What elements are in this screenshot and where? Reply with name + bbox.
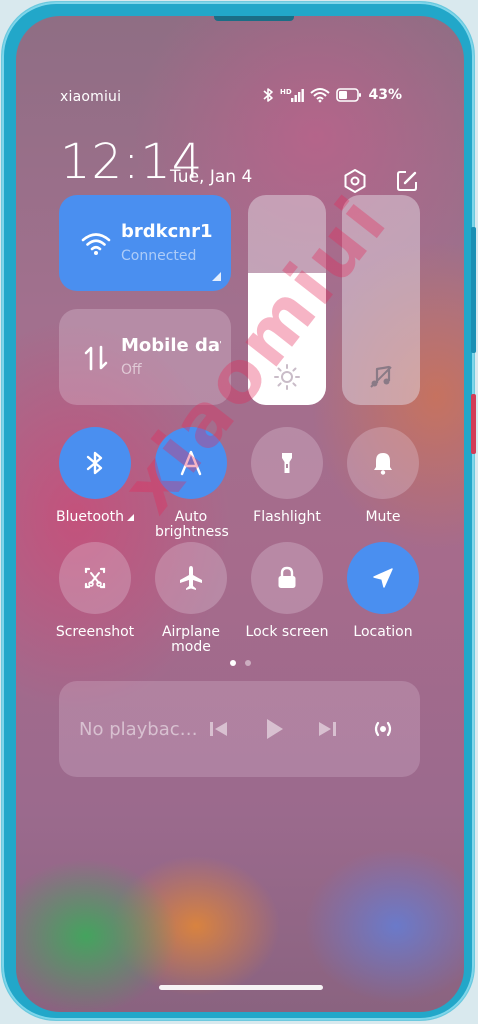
auto-brightness-button[interactable] xyxy=(155,427,227,499)
carrier-label: xiaomiui xyxy=(60,89,122,105)
location-button[interactable] xyxy=(347,542,419,614)
mobile-data-icon xyxy=(84,345,108,371)
flashlight-label: Flashlight xyxy=(253,509,321,525)
mobile-data-title: Mobile data xyxy=(121,335,221,356)
mute-toggle[interactable]: Mute xyxy=(335,427,431,525)
bluetooth-button[interactable] xyxy=(59,427,131,499)
flashlight-button[interactable] xyxy=(251,427,323,499)
hd-badge: HD xyxy=(280,88,292,96)
wifi-more-indicator[interactable] xyxy=(212,272,221,281)
page-indicator xyxy=(230,660,251,666)
music-note-icon xyxy=(370,365,392,388)
wifi-status-icon xyxy=(310,88,331,103)
airplane-mode-toggle[interactable]: Airplane mode xyxy=(143,542,239,655)
flashlight-toggle[interactable]: Flashlight xyxy=(239,427,335,525)
bluetooth-icon xyxy=(86,451,103,475)
location-icon xyxy=(373,568,393,588)
mobile-data-status: Off xyxy=(121,362,142,378)
location-toggle[interactable]: Location xyxy=(335,542,431,640)
battery-icon xyxy=(336,88,362,102)
mute-label: Mute xyxy=(365,509,401,525)
flashlight-icon xyxy=(282,453,292,473)
play-icon[interactable] xyxy=(259,715,287,743)
wifi-network-name: brdkcnr1 xyxy=(121,221,213,242)
bluetooth-toggle[interactable]: Bluetooth xyxy=(47,427,143,525)
location-label: Location xyxy=(353,624,413,640)
next-track-icon[interactable] xyxy=(313,715,341,743)
cellular-signal-icon: HD xyxy=(280,88,305,102)
status-icons: HD 43% xyxy=(262,87,402,103)
lock-screen-toggle[interactable]: Lock screen xyxy=(239,542,335,640)
screenshot-toggle[interactable]: Screenshot xyxy=(47,542,143,640)
volume-button xyxy=(471,227,476,353)
earpiece xyxy=(214,16,294,21)
auto-brightness-icon xyxy=(180,450,202,476)
bluetooth-status-icon xyxy=(263,88,274,102)
phone-frame: xiaomiui HD 43% 12:14 Tue, Jan 4 brdkcnr… xyxy=(2,2,476,1020)
wifi-icon xyxy=(81,233,111,255)
brightness-slider[interactable] xyxy=(248,195,326,405)
volume-slider[interactable] xyxy=(342,195,420,405)
date-label: Tue, Jan 4 xyxy=(170,167,253,187)
bell-icon xyxy=(374,453,392,475)
auto-brightness-label: Auto brightness xyxy=(155,509,229,540)
media-title: No playbac… xyxy=(79,719,198,740)
control-center-screen: xiaomiui HD 43% 12:14 Tue, Jan 4 brdkcnr… xyxy=(16,16,464,1012)
home-indicator[interactable] xyxy=(159,985,323,990)
audio-output-icon[interactable] xyxy=(369,715,397,743)
airplane-mode-label: Airplane mode xyxy=(161,624,221,655)
bluetooth-more-indicator[interactable] xyxy=(126,514,134,521)
airplane-icon xyxy=(180,566,202,590)
power-button xyxy=(471,394,476,454)
wifi-status: Connected xyxy=(121,248,197,264)
settings-icon[interactable] xyxy=(342,168,368,194)
bluetooth-label: Bluetooth xyxy=(47,510,143,525)
auto-brightness-toggle[interactable]: Auto brightness xyxy=(143,427,239,540)
page-dot-1[interactable] xyxy=(230,660,236,666)
battery-percentage: 43% xyxy=(368,87,402,103)
mute-button[interactable] xyxy=(347,427,419,499)
screenshot-button[interactable] xyxy=(59,542,131,614)
lock-icon xyxy=(278,566,296,588)
lock-screen-button[interactable] xyxy=(251,542,323,614)
screenshot-label: Screenshot xyxy=(55,624,135,640)
lock-screen-label: Lock screen xyxy=(245,624,329,640)
airplane-mode-button[interactable] xyxy=(155,542,227,614)
brightness-icon xyxy=(274,364,300,390)
previous-track-icon[interactable] xyxy=(205,715,233,743)
mobile-data-tile[interactable]: Mobile data Off xyxy=(59,309,231,405)
wifi-tile[interactable]: brdkcnr1 Connected xyxy=(59,195,231,291)
media-player-card[interactable]: No playbac… xyxy=(59,681,420,777)
screenshot-icon xyxy=(84,567,106,589)
page-dot-2[interactable] xyxy=(245,660,251,666)
edit-icon[interactable] xyxy=(394,168,420,194)
